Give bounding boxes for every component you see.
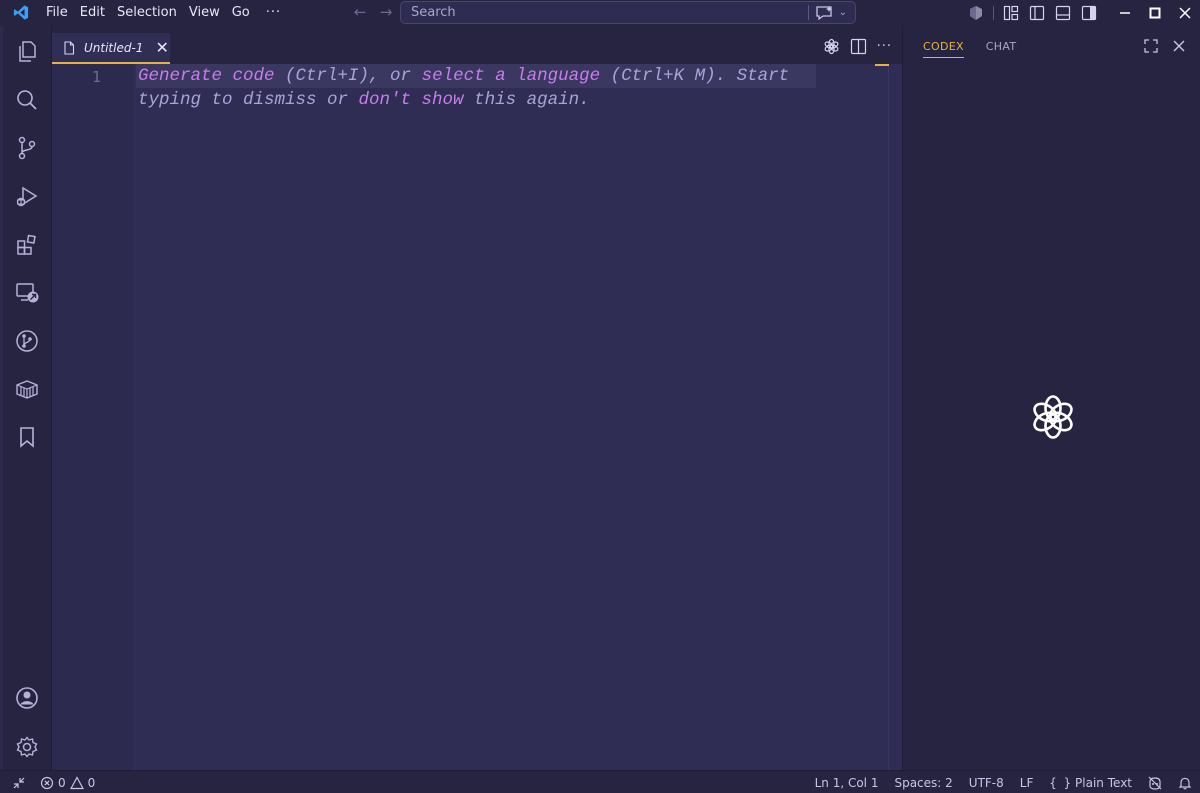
minimize-icon <box>1120 11 1130 14</box>
title-divider <box>993 5 994 20</box>
tab-codex[interactable]: CODEX <box>923 40 964 58</box>
problems-indicator[interactable]: 0 0 <box>40 776 95 790</box>
warning-count: 0 <box>87 775 96 790</box>
hint-line-1: Generate code (Ctrl+I), or select a lang… <box>136 64 816 88</box>
activity-bar <box>0 25 52 770</box>
chat-icon[interactable] <box>815 5 833 21</box>
toggle-primary-sidebar-icon[interactable] <box>1029 5 1045 21</box>
error-count: 0 <box>58 775 66 790</box>
generate-code-link[interactable]: Generate code <box>138 66 275 86</box>
minimize-button[interactable] <box>1110 0 1140 25</box>
editor-actions: ··· <box>823 38 892 55</box>
close-icon[interactable] <box>1172 39 1186 53</box>
copilot-icon[interactable] <box>1148 776 1162 790</box>
remote-indicator-icon[interactable] <box>12 776 26 790</box>
hint-text: typing to dismiss or <box>138 90 359 110</box>
language-label: Plain Text <box>1075 775 1132 790</box>
tab-untitled-1[interactable]: Untitled-1 ✕ <box>52 33 170 64</box>
end-of-line[interactable]: LF <box>1020 776 1034 790</box>
file-icon <box>64 40 75 55</box>
split-editor-icon[interactable] <box>850 38 867 55</box>
secondary-sidebar: CODEX CHAT <box>902 25 1200 770</box>
openai-icon[interactable] <box>823 38 840 55</box>
status-left: 0 0 <box>12 771 95 793</box>
dont-show-link[interactable]: don't show <box>359 90 464 110</box>
nav-arrows: ← → <box>350 4 396 21</box>
vscode-logo <box>13 5 29 20</box>
panel-tabs: CODEX CHAT <box>923 40 1016 58</box>
error-icon <box>40 776 54 789</box>
menu-more-button[interactable]: ··· <box>256 5 291 20</box>
menu-bar: File Edit Selection View Go ··· <box>40 0 291 25</box>
close-icon[interactable]: ✕ <box>155 39 168 55</box>
toggle-secondary-sidebar-icon[interactable] <box>1081 5 1097 21</box>
toggle-panel-icon[interactable] <box>1055 5 1071 21</box>
close-window-button[interactable] <box>1170 0 1200 25</box>
source-control-icon[interactable] <box>14 135 40 161</box>
hint-text: this again. <box>463 90 590 110</box>
menu-go[interactable]: Go <box>226 0 256 25</box>
search-icon[interactable] <box>14 87 40 113</box>
panel-actions <box>1144 39 1186 53</box>
menu-selection[interactable]: Selection <box>111 0 183 25</box>
maximize-window-icon <box>1149 7 1161 18</box>
run-debug-icon[interactable] <box>14 184 40 210</box>
activity-bar-edge <box>0 25 3 770</box>
vscode-window: File Edit Selection View Go ··· ← → Sear… <box>0 0 1200 793</box>
tab-label: Untitled-1 <box>84 40 144 55</box>
cursor-position-marker <box>875 64 889 66</box>
editor-scrollbar[interactable] <box>888 64 889 770</box>
containers-icon[interactable] <box>14 376 40 402</box>
editor-tab-bar: Untitled-1 ✕ ··· <box>52 25 902 64</box>
hint-line-2: typing to dismiss or don't show this aga… <box>136 88 816 112</box>
empty-editor-hint: Generate code (Ctrl+I), or select a lang… <box>136 64 816 112</box>
line-number: 1 <box>92 68 102 86</box>
editor-area[interactable]: 1 Generate code (Ctrl+I), or select a la… <box>52 64 902 770</box>
warning-icon <box>69 775 84 789</box>
remote-explorer-icon[interactable] <box>14 280 40 306</box>
settings-icon[interactable] <box>14 734 40 760</box>
braces-icon: { } <box>1049 775 1072 790</box>
more-actions-button[interactable]: ··· <box>877 39 892 54</box>
search-input[interactable]: Search <box>401 5 808 20</box>
status-right: Ln 1, Col 1 Spaces: 2 UTF-8 LF { } Plain… <box>815 771 1192 793</box>
back-arrow-icon[interactable]: ← <box>350 4 370 21</box>
line-gutter: 1 <box>52 64 133 770</box>
select-language-link[interactable]: select a language <box>422 66 601 86</box>
menu-view[interactable]: View <box>183 0 226 25</box>
chevron-down-icon[interactable]: ⌄ <box>839 7 847 18</box>
window-controls <box>963 0 1200 25</box>
close-window-icon <box>1179 6 1191 19</box>
hint-text: (Ctrl+I), or <box>274 66 422 86</box>
maximize-icon[interactable] <box>1144 39 1158 53</box>
extensions-icon[interactable] <box>14 232 40 258</box>
copilot-shield-icon[interactable] <box>968 5 984 21</box>
search-divider <box>807 5 809 20</box>
menu-file[interactable]: File <box>40 0 74 25</box>
menu-edit[interactable]: Edit <box>74 0 111 25</box>
bell-icon[interactable] <box>1178 776 1192 790</box>
customize-layout-icon[interactable] <box>1003 5 1019 21</box>
git-graph-icon[interactable] <box>14 328 40 354</box>
openai-logo-icon <box>1033 395 1073 439</box>
bookmarks-icon[interactable] <box>14 424 40 450</box>
status-bar: 0 0 Ln 1, Col 1 Spaces: 2 UTF-8 LF { } P… <box>0 770 1200 793</box>
command-center-search[interactable]: Search ⌄ <box>400 1 856 24</box>
hint-text: (Ctrl+K M). Start <box>600 66 790 86</box>
explorer-icon[interactable] <box>14 38 40 64</box>
tab-chat[interactable]: CHAT <box>986 40 1017 58</box>
account-icon[interactable] <box>14 685 40 711</box>
cursor-position[interactable]: Ln 1, Col 1 <box>815 776 879 790</box>
indentation[interactable]: Spaces: 2 <box>894 776 952 790</box>
title-bar: File Edit Selection View Go ··· ← → Sear… <box>0 0 1200 25</box>
encoding[interactable]: UTF-8 <box>969 776 1004 790</box>
maximize-button[interactable] <box>1140 0 1170 25</box>
language-mode[interactable]: { } Plain Text <box>1049 776 1132 790</box>
forward-arrow-icon[interactable]: → <box>376 4 396 21</box>
